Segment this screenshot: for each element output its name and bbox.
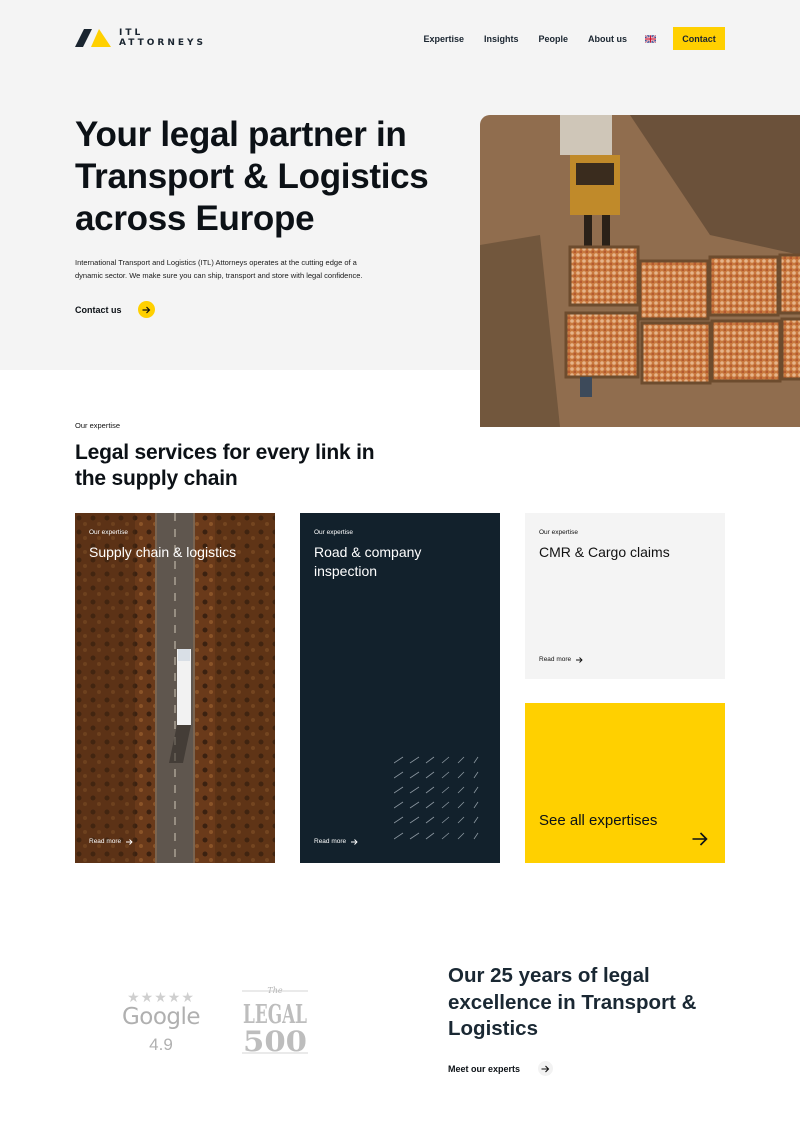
- read-more-label: Read more: [539, 656, 572, 663]
- nav-item-people[interactable]: People: [538, 34, 568, 44]
- legal-500-logo: The LEGAL 500: [240, 985, 310, 1058]
- nav-item-expertise[interactable]: Expertise: [423, 34, 464, 44]
- contact-us-link[interactable]: Contact us: [75, 301, 155, 318]
- card-title: Supply chain & logistics: [89, 544, 237, 560]
- expertise-card-supply-chain[interactable]: Our expertise Supply chain & logistics R…: [75, 513, 275, 863]
- google-wordmark: Google: [121, 1004, 201, 1030]
- see-all-expertises-card[interactable]: See all expertises: [525, 703, 725, 863]
- arrow-right-icon: [126, 838, 133, 845]
- years-title: Our 25 years of legal excellence in Tran…: [448, 964, 697, 1040]
- svg-text:The: The: [267, 986, 282, 995]
- read-more-link[interactable]: Read more: [539, 656, 583, 663]
- section-label: Our expertise: [75, 421, 121, 430]
- expertise-card-road-inspection[interactable]: Our expertise Road & company inspection …: [300, 513, 500, 863]
- hero-description: International Transport and Logistics (I…: [75, 258, 363, 280]
- card-title: CMR & Cargo claims: [539, 544, 670, 560]
- arrow-right-icon: [576, 656, 583, 663]
- arrow-right-icon: [692, 832, 708, 846]
- arrow-right-icon: [351, 838, 358, 845]
- rating-stars-icon: ★★★★★: [127, 989, 195, 1005]
- svg-text:500: 500: [243, 1025, 307, 1057]
- arrow-right-icon: [538, 1061, 554, 1076]
- contact-us-label: Contact us: [75, 304, 122, 315]
- read-more-label: Read more: [89, 838, 122, 845]
- expertise-card-cmr-cargo[interactable]: Our expertise CMR & Cargo claims Read mo…: [525, 513, 725, 679]
- meet-our-experts-label: Meet our experts: [448, 1063, 521, 1074]
- contact-button[interactable]: Contact: [673, 27, 725, 50]
- read-more-link[interactable]: Read more: [314, 838, 358, 845]
- google-score: 4.9: [149, 1035, 173, 1054]
- read-more-link[interactable]: Read more: [89, 838, 133, 845]
- logo-mark-icon: [75, 29, 111, 47]
- hero-photo: [480, 115, 800, 427]
- card-kicker: Our expertise: [89, 529, 129, 536]
- uk-flag-icon[interactable]: [645, 34, 656, 43]
- itl-logo[interactable]: ITL ATTORNEYS: [75, 28, 206, 48]
- hero-title: Your legal partner in Transport & Logist…: [75, 115, 429, 238]
- see-all-title: See all expertises: [539, 812, 658, 829]
- logo-wordmark: ITL ATTORNEYS: [119, 28, 207, 48]
- card-kicker: Our expertise: [539, 529, 579, 536]
- diagonal-lines-pattern: [394, 756, 479, 840]
- card-title: Road & company inspection: [314, 544, 422, 579]
- meet-our-experts-link[interactable]: Meet our experts: [448, 1061, 554, 1076]
- read-more-label: Read more: [314, 838, 347, 845]
- main-navigation: Expertise Insights People About us Conta…: [423, 27, 725, 50]
- google-rating: ★★★★★ Google 4.9: [121, 990, 201, 1056]
- card-kicker: Our expertise: [314, 529, 354, 536]
- arrow-right-icon: [137, 301, 155, 318]
- nav-item-insights[interactable]: Insights: [484, 34, 519, 44]
- aerial-truck-road-image: [75, 513, 275, 863]
- nav-item-about-us[interactable]: About us: [588, 34, 627, 44]
- section-title: Legal services for every link in the sup…: [75, 441, 375, 490]
